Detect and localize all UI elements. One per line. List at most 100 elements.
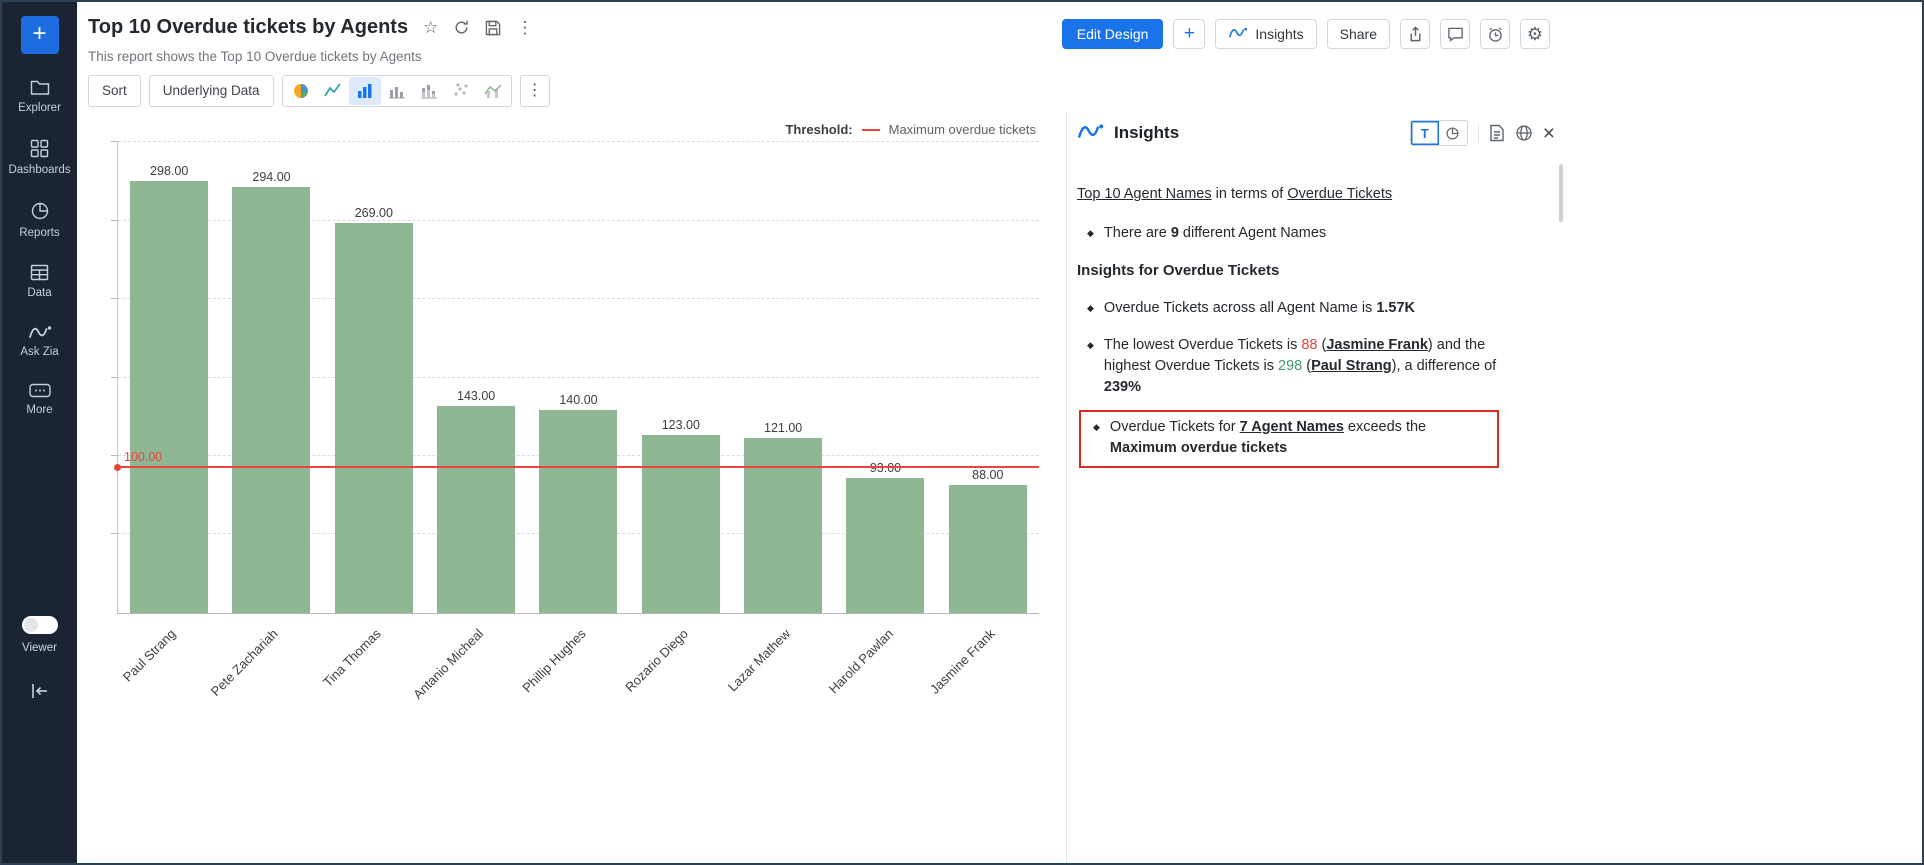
sort-button[interactable]: Sort (88, 75, 141, 107)
alert-clock-icon[interactable] (1480, 19, 1510, 49)
underlying-data-button[interactable]: Underlying Data (149, 75, 274, 107)
chart-view-tab[interactable] (1439, 121, 1467, 145)
more-options-kebab-icon[interactable]: ⋮ (516, 19, 533, 36)
sidebar-item-ask-zia[interactable]: Ask Zia (2, 324, 77, 358)
text-view-tab[interactable]: T (1411, 121, 1439, 145)
save-icon[interactable] (485, 20, 501, 36)
chart-plot: 298.00294.00269.00143.00140.00123.00121.… (117, 142, 1039, 614)
insight-link[interactable]: 7 Agent Names (1240, 419, 1344, 435)
sidebar-item-label: Explorer (18, 102, 61, 114)
chart-type-switcher (282, 75, 512, 107)
refresh-icon[interactable] (453, 19, 470, 36)
threshold-legend-text: Maximum overdue tickets (889, 122, 1036, 137)
combo-chart-type-icon[interactable] (477, 77, 509, 105)
sidebar-item-label: Data (27, 287, 51, 299)
chart-toolbar: Sort Underlying Data ⋮ (88, 75, 550, 107)
zia-icon (28, 324, 52, 340)
sidebar-item-reports[interactable]: Reports (2, 201, 77, 239)
stacked-bar-chart-type-icon[interactable] (413, 77, 445, 105)
x-axis-label: Phillip Hughes (519, 626, 588, 695)
insights-body: Top 10 Agent Names in terms of Overdue T… (1077, 176, 1582, 468)
insight-link[interactable]: Top 10 Agent Names (1077, 186, 1212, 202)
legend-dash (862, 129, 880, 131)
bar[interactable] (846, 478, 924, 613)
app-window: + Explorer Dashboards Reports Data Ask Z… (0, 0, 1924, 865)
pie-chart-icon (30, 201, 50, 221)
viewer-label: Viewer (22, 642, 57, 654)
bar[interactable] (335, 223, 413, 613)
close-icon[interactable]: × (1543, 123, 1555, 144)
share-button[interactable]: Share (1327, 19, 1390, 49)
x-axis-label: Pete Zachariah (208, 626, 281, 699)
insight-link[interactable]: Overdue Tickets (1287, 186, 1392, 202)
x-axis-label: Rozario Diego (622, 626, 691, 695)
x-axis-label: Tina Thomas (320, 626, 384, 690)
diamond-bullet-icon: ◆ (1087, 302, 1094, 319)
bar[interactable] (232, 187, 310, 613)
insights-button-label: Insights (1255, 26, 1303, 42)
x-slot: Pete Zachariah (219, 614, 321, 734)
sidebar-item-label: Dashboards (8, 164, 70, 176)
x-axis-labels: Paul StrangPete ZachariahTina ThomasAnta… (117, 614, 1039, 734)
insights-view-tabs: T (1410, 120, 1468, 146)
bars: 298.00294.00269.00143.00140.00123.00121.… (118, 142, 1039, 613)
bar-value-label: 294.00 (252, 170, 290, 184)
insight-text: Overdue Tickets across all Agent Name is… (1104, 298, 1415, 319)
x-slot: Lazar Mathew (732, 614, 834, 734)
bar[interactable] (642, 435, 720, 613)
insight-bullet: ◆ Overdue Tickets across all Agent Name … (1077, 298, 1582, 319)
bar-value-label: 88.00 (972, 468, 1003, 482)
scatter-chart-type-icon[interactable] (445, 77, 477, 105)
toolbar-kebab-icon[interactable]: ⋮ (520, 75, 550, 107)
insight-link[interactable]: Jasmine Frank (1326, 337, 1428, 353)
document-icon[interactable] (1489, 124, 1505, 142)
edit-design-button[interactable]: Edit Design (1062, 19, 1164, 49)
insight-link[interactable]: Paul Strang (1311, 358, 1392, 374)
insight-text: Overdue Tickets for 7 Agent Names exceed… (1110, 417, 1488, 459)
insights-button[interactable]: Insights (1215, 19, 1316, 49)
viewer-mode-toggle[interactable] (22, 616, 58, 634)
grouped-bar-chart-type-icon[interactable] (381, 77, 413, 105)
folder-icon (30, 79, 50, 96)
comments-icon[interactable] (1440, 19, 1470, 49)
x-slot: Harold Pawlan (834, 614, 936, 734)
x-slot: Phillip Hughes (527, 614, 629, 734)
x-axis-label: Paul Strang (120, 626, 179, 685)
sidebar-bottom: Viewer (22, 616, 58, 705)
insight-text: There are 9 different Agent Names (1104, 223, 1326, 244)
zia-insights-icon (1228, 26, 1248, 42)
threshold-legend-title: Threshold: (785, 122, 852, 137)
sidebar-item-explorer[interactable]: Explorer (2, 79, 77, 114)
bar-chart-type-icon[interactable] (349, 77, 381, 105)
sidebar: + Explorer Dashboards Reports Data Ask Z… (2, 2, 77, 863)
threshold-line[interactable]: 100.00 (118, 466, 1039, 468)
more-icon (29, 383, 51, 398)
bar[interactable] (130, 181, 208, 613)
x-slot: Antanio Micheal (424, 614, 526, 734)
globe-icon[interactable] (1515, 124, 1533, 142)
bar[interactable] (539, 410, 617, 613)
settings-gear-icon[interactable]: ⚙ (1520, 19, 1550, 49)
diamond-bullet-icon: ◆ (1093, 421, 1100, 459)
sidebar-item-data[interactable]: Data (2, 264, 77, 299)
chart-area: Threshold: Maximum overdue tickets 298.0… (77, 112, 1066, 863)
collapse-sidebar-icon[interactable] (30, 682, 50, 705)
pie-chart-type-icon[interactable] (285, 77, 317, 105)
bar-value-label: 93.00 (870, 461, 901, 475)
x-axis-label: Jasmine Frank (927, 626, 998, 697)
add-report-button[interactable]: + (1173, 19, 1205, 49)
bar[interactable] (437, 406, 515, 613)
header-actions: Edit Design + Insights Share ⚙ (1062, 18, 1550, 50)
create-new-button[interactable]: + (21, 16, 59, 54)
sidebar-item-more[interactable]: More (2, 383, 77, 416)
line-chart-type-icon[interactable] (317, 77, 349, 105)
bar[interactable] (744, 438, 822, 613)
threshold-label: 100.00 (124, 450, 162, 464)
bar-value-label: 143.00 (457, 389, 495, 403)
bar[interactable] (949, 485, 1027, 613)
favorite-star-icon[interactable]: ☆ (423, 19, 438, 36)
insight-emphasis: 239% (1104, 379, 1141, 395)
export-icon[interactable] (1400, 19, 1430, 49)
sidebar-item-dashboards[interactable]: Dashboards (2, 139, 77, 176)
bar-slot: 140.00 (527, 142, 629, 613)
